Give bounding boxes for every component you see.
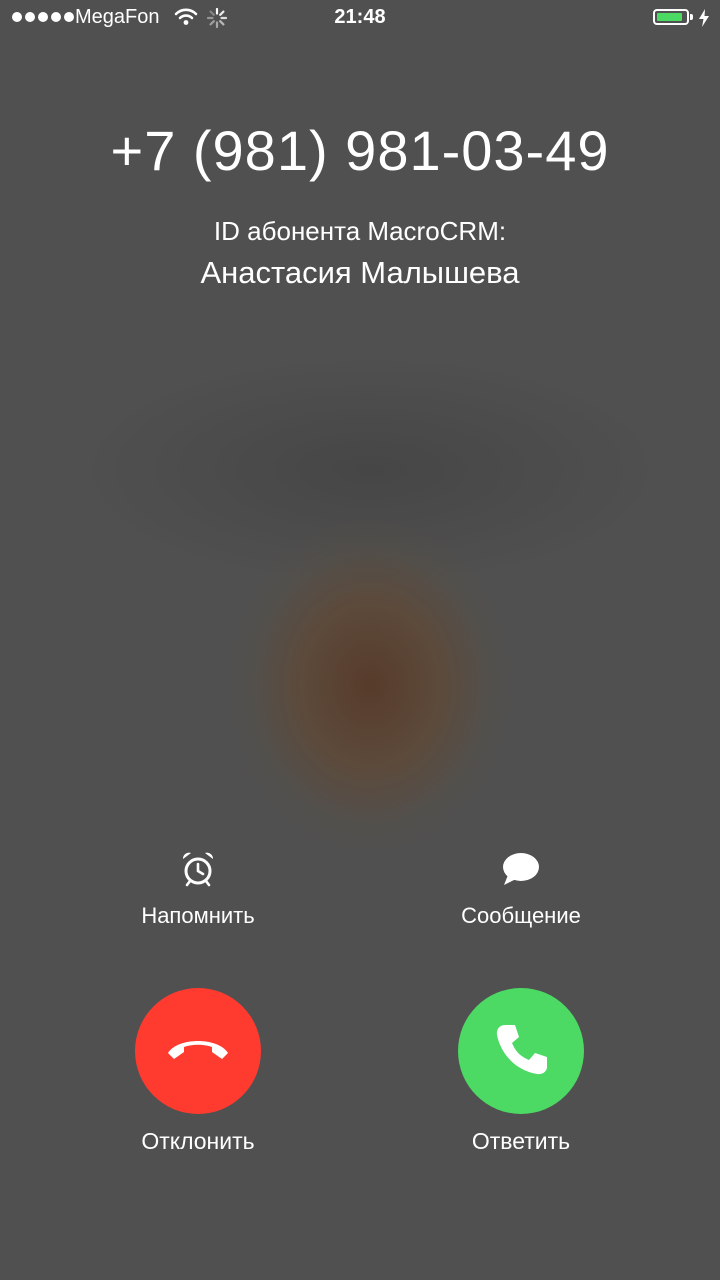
charging-bolt-icon (698, 8, 710, 34)
decline-call-button[interactable] (135, 988, 261, 1114)
remind-me-label: Напомнить (141, 903, 255, 928)
status-bar: MegaFon 21:48 (0, 0, 720, 40)
send-message-label: Сообщение (461, 903, 581, 928)
blurred-background (0, 0, 720, 1280)
decline-call-label: Отклонить (141, 1128, 255, 1154)
caller-phone-number: +7 (981) 981-03-49 (110, 119, 610, 182)
phone-handset-icon (491, 1019, 551, 1084)
send-message-button[interactable]: Сообщение (421, 850, 621, 929)
battery-icon (653, 9, 689, 25)
status-time: 21:48 (334, 6, 386, 28)
accept-call-button[interactable] (458, 988, 584, 1114)
background-blur-shape (230, 520, 510, 850)
battery-level-fill (657, 13, 682, 21)
alarm-clock-icon (98, 850, 298, 893)
remind-me-button[interactable]: Напомнить (98, 850, 298, 929)
battery-tip (690, 14, 693, 20)
background-blur-shape (90, 360, 650, 580)
caller-name: Анастасия Малышева (200, 255, 520, 290)
speech-bubble-icon (421, 850, 621, 893)
caller-id-label: ID абонента MacroCRM: (213, 216, 507, 246)
hang-up-icon (162, 1031, 234, 1072)
accept-call-label: Ответить (471, 1128, 571, 1154)
